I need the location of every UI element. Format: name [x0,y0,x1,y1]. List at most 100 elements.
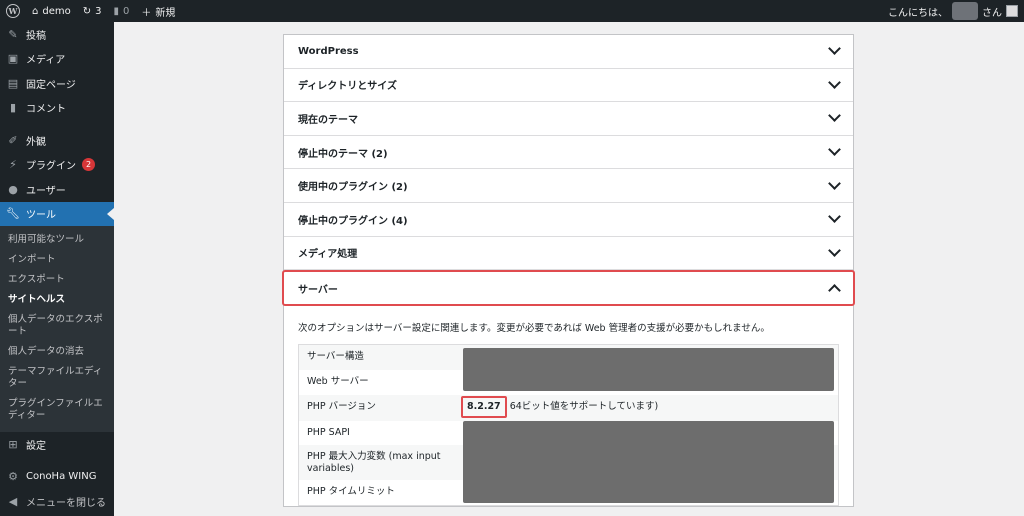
row-value [463,480,838,505]
tools-submenu: 利用可能なツール インポート エクスポート サイトヘルス 個人データのエクスポー… [0,226,114,432]
row-label: PHP バージョン [307,401,376,413]
site-health-info: WordPress ディレクトリとサイズ 現在のテーマ 停止中のテーマ (2) … [282,34,855,508]
comments-menu[interactable]: ▮ 0 [107,0,135,22]
menu-posts[interactable]: ✎ 投稿 [0,22,114,47]
accordion-title: 使用中のプラグイン (2) [298,182,408,194]
row-value: 8.2.27 64ビット値をサポートしています) [461,395,838,421]
menu-label: メニューを閉じる [26,497,106,509]
submenu-theme-file-editor[interactable]: テーマファイルエディター [0,362,114,394]
chevron-down-icon [828,243,841,257]
menu-label: プラグイン [26,161,76,173]
row-value [463,370,838,395]
accordion-directories[interactable]: ディレクトリとサイズ [284,69,853,103]
chevron-up-icon [828,283,841,297]
menu-appearance[interactable]: ✐ 外観 [0,128,114,153]
username-redacted [952,2,978,20]
comment-icon: ▮ [113,5,119,17]
page-icon: ▤ [7,76,19,90]
chevron-down-icon [828,42,841,56]
menu-label: 投稿 [26,30,46,42]
table-row: PHP SAPI [299,421,838,504]
accordion-wordpress[interactable]: WordPress [284,35,853,69]
menu-tools[interactable]: 🔧︎ ツール [0,201,114,226]
accordion-inactive-themes[interactable]: 停止中のテーマ (2) [284,136,853,170]
menu-label: メディア [26,55,66,67]
server-panel: 次のオプションはサーバー設定に関連します。変更が必要であれば Web 管理者の支… [284,306,853,507]
submenu-export-personal-data[interactable]: 個人データのエクスポート [0,310,114,342]
php-version-value: 8.2.27 [461,396,507,419]
row-value [463,445,838,480]
menu-media[interactable]: ▣ メディア [0,47,114,72]
menu-comments[interactable]: ▮ コメント [0,96,114,121]
server-description: 次のオプションはサーバー設定に関連します。変更が必要であれば Web 管理者の支… [298,323,770,335]
row-label: Web サーバー [307,376,369,388]
admin-sidebar: ✎ 投稿 ▣ メディア ▤ 固定ページ ▮ コメント ✐ 外観 ⚡ プラグイン 2 ● ユーザー… [0,22,114,516]
submenu-erase-personal-data[interactable]: 個人データの消去 [0,342,114,362]
chevron-down-icon [828,143,841,156]
table-row: PHP タイムリミット [299,480,838,505]
menu-conoha-wing[interactable]: ⚙ ConoHa WING [0,465,114,490]
debug-accordion: WordPress ディレクトリとサイズ 現在のテーマ 停止中のテーマ (2) … [282,34,855,508]
accordion-title: サーバー [298,284,338,296]
table-row: PHP バージョン 8.2.27 64ビット値をサポートしています) [299,395,838,422]
accordion-media[interactable]: メディア処理 [284,237,853,271]
php-version-note: 64ビット値をサポートしています) [509,401,659,413]
menu-label: 設定 [26,440,46,452]
chevron-down-icon [828,76,841,89]
menu-settings[interactable]: ⊞ 設定 [0,432,114,457]
my-account-menu[interactable]: こんにちは、 さん [888,2,1024,20]
collapse-menu-button[interactable]: ◀ メニューを閉じる [0,489,114,514]
row-value [463,421,838,504]
accordion-server[interactable]: サーバー [282,270,855,307]
user-icon: ● [8,182,18,196]
pin-icon: ✎ [8,27,18,41]
gear-icon: ⚙ [8,470,18,484]
menu-pages[interactable]: ▤ 固定ページ [0,71,114,96]
plugins-update-badge: 2 [82,158,95,172]
san-label: さん [982,7,1002,19]
menu-label: ユーザー [26,185,66,197]
updates-menu[interactable]: ↻ 3 [77,0,108,22]
accordion-active-theme[interactable]: 現在のテーマ [284,102,853,136]
submenu-site-health[interactable]: サイトヘルス [0,290,114,310]
plus-icon: ＋ [141,7,152,19]
chevron-down-icon [828,176,841,190]
menu-users[interactable]: ● ユーザー [0,177,114,202]
new-content-menu[interactable]: ＋ 新規 [135,0,181,22]
accordion-title: 現在のテーマ [298,114,358,126]
media-icon: ▣ [7,52,19,66]
menu-label: 外観 [26,136,46,148]
submenu-available-tools[interactable]: 利用可能なツール [0,230,114,250]
new-label: 新規 [155,7,176,19]
site-name-menu[interactable]: ⌂ demo [26,0,77,22]
chevron-down-icon [828,210,841,224]
avatar [1006,5,1018,17]
updates-count: 3 [95,5,102,17]
settings-icon: ⊞ [8,437,18,451]
brush-icon: ✐ [8,133,18,147]
table-row: PHP 最大入力変数 (max input variables) [299,445,838,481]
updates-icon: ↻ [82,5,92,17]
menu-label: ConoHa WING [26,471,97,483]
accordion-title: 停止中のテーマ (2) [298,148,388,160]
table-row: サーバー構造 [299,345,838,392]
accordion-inactive-plugins[interactable]: 停止中のプラグイン (4) [284,203,853,237]
submenu-export[interactable]: エクスポート [0,270,114,290]
menu-label: コメント [26,104,66,116]
row-label: サーバー構造 [307,351,364,363]
wrench-icon: 🔧︎ [6,207,20,221]
wp-logo-menu[interactable]: W [0,0,26,22]
row-label: PHP タイムリミット [307,486,395,498]
accordion-title: WordPress [298,45,359,57]
server-info-table: サーバー構造 Web サーバー PHP バージョン 8.2.27 64ビット値を… [298,344,839,507]
submenu-plugin-file-editor[interactable]: プラグインファイルエディター [0,394,114,426]
admin-bar: W ⌂ demo ↻ 3 ▮ 0 ＋ 新規 こんにちは、 さん [0,0,1024,22]
accordion-active-plugins[interactable]: 使用中のプラグイン (2) [284,169,853,203]
menu-plugins[interactable]: ⚡ プラグイン 2 [0,153,114,178]
row-label: PHP 最大入力変数 (max input variables) [307,451,441,475]
accordion-title: 停止中のプラグイン (4) [298,215,408,227]
plugin-icon: ⚡ [9,158,17,172]
row-value [463,345,838,392]
comment-icon: ▮ [9,101,17,115]
submenu-import[interactable]: インポート [0,250,114,270]
